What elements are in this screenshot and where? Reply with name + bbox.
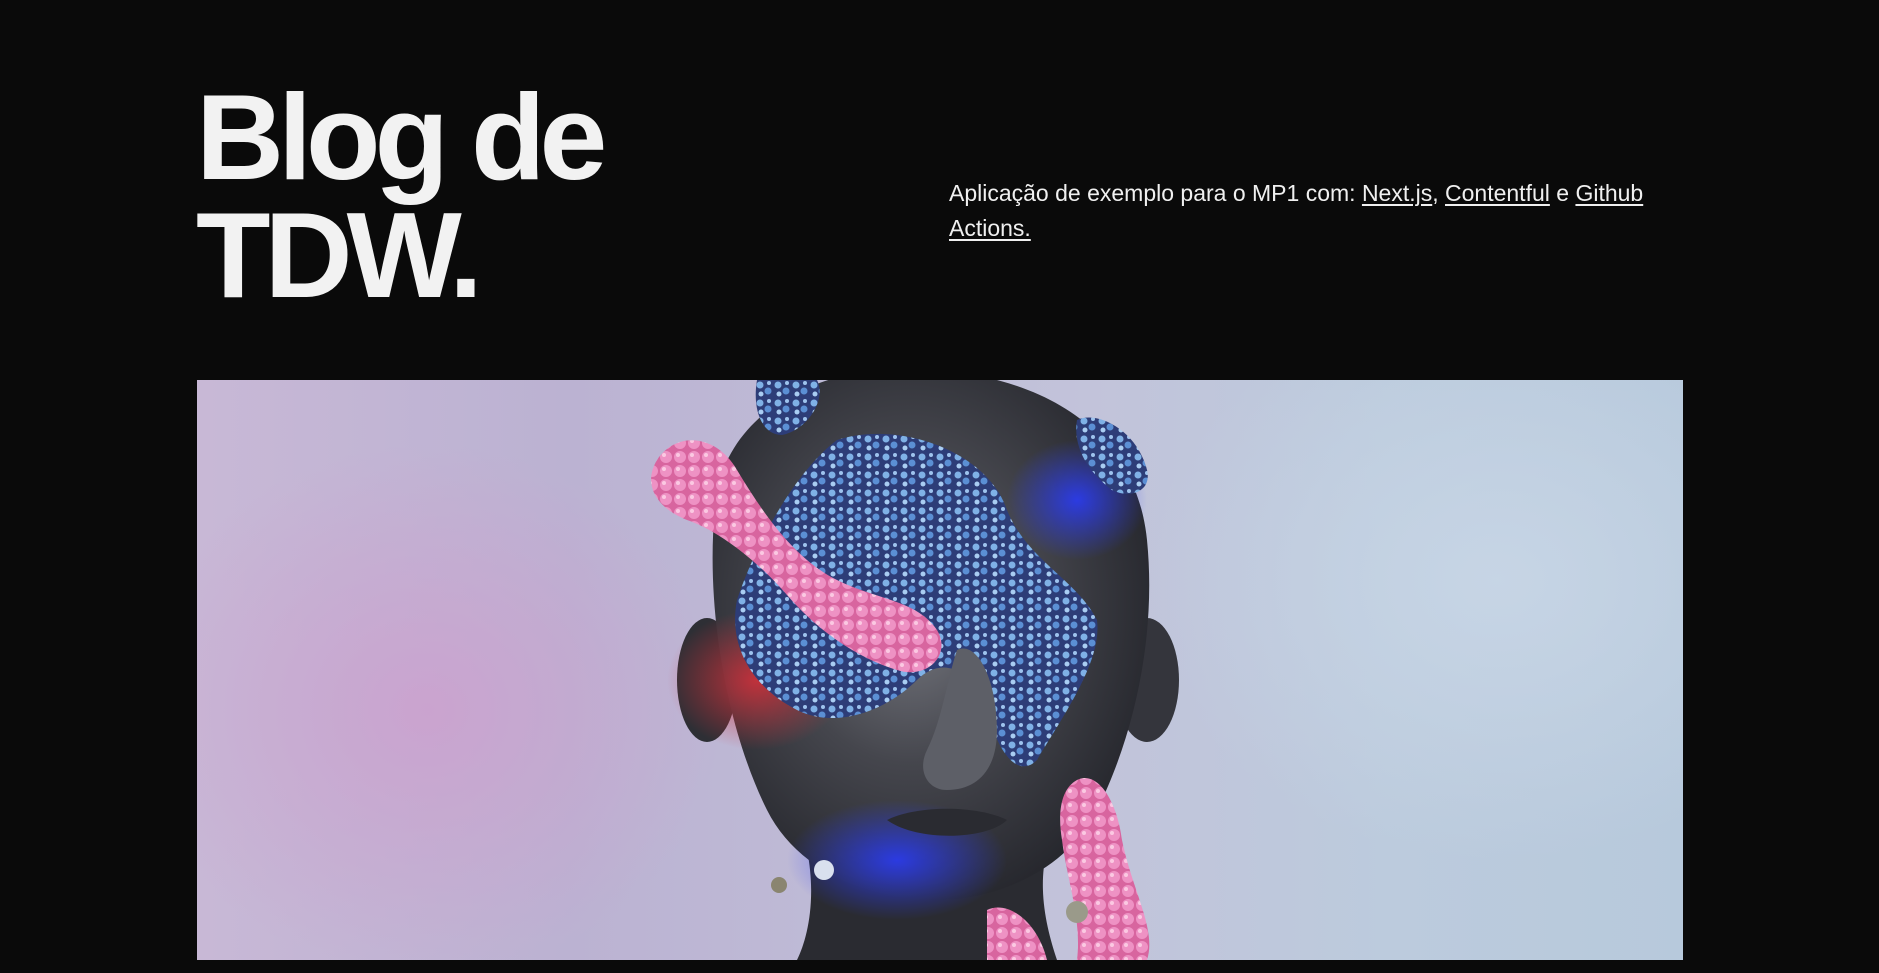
contentful-link[interactable]: Contentful bbox=[1445, 180, 1550, 206]
blog-title-line-1: Blog de bbox=[196, 69, 607, 205]
blog-title: Blog de TDW. bbox=[196, 69, 716, 323]
intro-text: Aplicação de exemplo para o MP1 com: Nex… bbox=[949, 176, 1649, 246]
cover-image[interactable] bbox=[197, 380, 1683, 960]
intro-prefix: Aplicação de exemplo para o MP1 com: bbox=[949, 180, 1362, 206]
blog-title-line-2: TDW. bbox=[196, 187, 483, 323]
intro-separator-comma: , bbox=[1432, 180, 1446, 206]
page: Blog de TDW. Aplicação de exemplo para o… bbox=[0, 0, 1879, 973]
intro-separator-and: e bbox=[1549, 180, 1576, 206]
nextjs-link[interactable]: Next.js bbox=[1362, 180, 1432, 206]
sculpture-head-image bbox=[651, 380, 1179, 960]
